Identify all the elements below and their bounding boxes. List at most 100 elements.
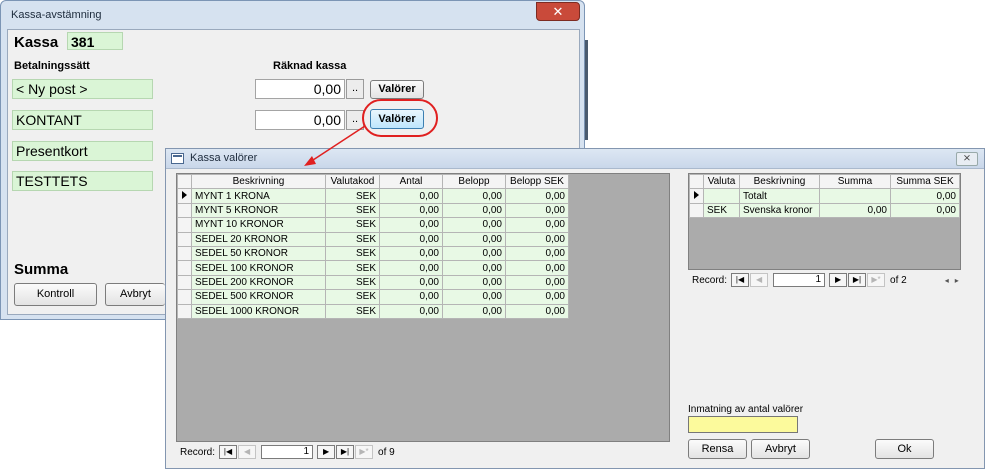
table-cell[interactable]: 0,00 xyxy=(442,245,506,262)
column-header[interactable]: Summa SEK xyxy=(890,173,960,190)
table-cell[interactable]: 0,00 xyxy=(505,303,569,319)
dots-button-ny-post[interactable]: .. xyxy=(346,79,364,99)
table-cell[interactable]: 0,00 xyxy=(442,303,506,319)
table-cell[interactable]: 0,00 xyxy=(379,274,443,291)
avbryt-button-back[interactable]: Avbryt xyxy=(105,283,165,306)
table-row[interactable]: SEDEL 50 KRONOR SEK 0,00 0,00 0,00 xyxy=(177,245,569,262)
table-cell[interactable]: 0,00 xyxy=(505,274,569,291)
rensa-button[interactable]: Rensa xyxy=(688,439,747,459)
table-cell[interactable]: 0,00 xyxy=(505,245,569,262)
table-row[interactable]: SEDEL 1000 KRONOR SEK 0,00 0,00 0,00 xyxy=(177,303,569,319)
table-cell[interactable]: SEK xyxy=(325,188,380,204)
row-selector[interactable] xyxy=(177,245,192,262)
table-cell[interactable]: 0,00 xyxy=(505,202,569,219)
payment-method-ny-post[interactable]: < Ny post > xyxy=(12,79,153,99)
amount-field-ny-post[interactable]: 0,00 xyxy=(255,79,345,99)
table-row[interactable]: SEDEL 200 KRONOR SEK 0,00 0,00 0,00 xyxy=(177,274,569,291)
row-selector[interactable] xyxy=(177,217,192,233)
table-cell[interactable]: 0,00 xyxy=(505,217,569,233)
first-record-icon[interactable]: |◀ xyxy=(219,445,238,459)
table-cell[interactable]: SEK xyxy=(325,217,380,233)
first-record-icon[interactable]: |◀ xyxy=(731,273,750,287)
table-cell[interactable]: 0,00 xyxy=(379,217,443,233)
table-cell[interactable]: SEK xyxy=(325,274,380,291)
previous-record-icon[interactable]: ◀ xyxy=(750,273,769,287)
avbryt-button[interactable]: Avbryt xyxy=(751,439,810,459)
table-cell[interactable] xyxy=(703,188,740,204)
table-cell[interactable]: Svenska kronor xyxy=(739,202,820,219)
last-record-icon[interactable]: ▶| xyxy=(336,445,355,459)
row-selector[interactable] xyxy=(177,303,192,319)
next-record-icon[interactable]: ▶ xyxy=(829,273,848,287)
kassa-number-field[interactable]: 381 xyxy=(67,32,123,50)
table-row[interactable]: SEDEL 20 KRONOR SEK 0,00 0,00 0,00 xyxy=(177,231,569,247)
table-row[interactable]: MYNT 5 KRONOR SEK 0,00 0,00 0,00 xyxy=(177,202,569,219)
table-row[interactable]: MYNT 10 KRONOR SEK 0,00 0,00 0,00 xyxy=(177,217,569,233)
row-selector[interactable] xyxy=(177,202,192,219)
table-cell[interactable]: SEDEL 200 KRONOR xyxy=(191,274,326,291)
close-icon[interactable]: ⨯ xyxy=(956,152,978,166)
table-cell[interactable]: 0,00 xyxy=(379,202,443,219)
scroll-left-icon[interactable]: ◂ xyxy=(945,276,949,285)
table-cell[interactable]: 0,00 xyxy=(379,260,443,276)
row-selector[interactable] xyxy=(689,202,704,219)
table-row[interactable]: SEDEL 100 KRONOR SEK 0,00 0,00 0,00 xyxy=(177,260,569,276)
table-cell[interactable]: SEDEL 50 KRONOR xyxy=(191,245,326,262)
table-cell[interactable] xyxy=(819,188,891,204)
table-cell[interactable]: 0,00 xyxy=(442,188,506,204)
table-cell[interactable]: 0,00 xyxy=(505,231,569,247)
table-cell[interactable]: 0,00 xyxy=(505,260,569,276)
previous-record-icon[interactable]: ◀ xyxy=(238,445,257,459)
record-number-input[interactable]: 1 xyxy=(773,273,826,287)
table-cell[interactable]: 0,00 xyxy=(379,188,443,204)
close-icon[interactable]: ✕ xyxy=(536,2,580,21)
scroll-right-icon[interactable]: ▸ xyxy=(955,276,959,285)
column-header[interactable]: Belopp SEK xyxy=(505,173,569,190)
table-cell[interactable]: MYNT 10 KRONOR xyxy=(191,217,326,233)
table-cell[interactable]: SEK xyxy=(325,202,380,219)
table-cell[interactable]: 0,00 xyxy=(379,245,443,262)
table-cell[interactable]: 0,00 xyxy=(505,289,569,305)
table-cell[interactable]: SEDEL 100 KRONOR xyxy=(191,260,326,276)
table-cell[interactable]: SEK xyxy=(703,202,740,219)
table-cell[interactable]: SEK xyxy=(325,303,380,319)
table-cell[interactable]: 0,00 xyxy=(442,231,506,247)
table-row[interactable]: MYNT 1 KRONA SEK 0,00 0,00 0,00 xyxy=(177,188,569,204)
table-cell[interactable]: SEDEL 500 KRONOR xyxy=(191,289,326,305)
row-selector[interactable] xyxy=(177,274,192,291)
column-header[interactable]: Beskrivning xyxy=(739,173,820,190)
table-cell[interactable]: 0,00 xyxy=(379,303,443,319)
table-cell[interactable]: 0,00 xyxy=(442,274,506,291)
table-cell[interactable]: MYNT 1 KRONA xyxy=(191,188,326,204)
kontroll-button[interactable]: Kontroll xyxy=(14,283,97,306)
payment-method-kontant[interactable]: KONTANT xyxy=(12,110,153,130)
row-selector[interactable] xyxy=(177,260,192,276)
table-cell[interactable]: 0,00 xyxy=(505,188,569,204)
row-selector[interactable] xyxy=(177,188,192,204)
table-cell[interactable]: 0,00 xyxy=(442,202,506,219)
table-cell[interactable]: 0,00 xyxy=(890,202,960,219)
last-record-icon[interactable]: ▶| xyxy=(848,273,867,287)
table-cell[interactable]: 0,00 xyxy=(890,188,960,204)
next-record-icon[interactable]: ▶ xyxy=(317,445,336,459)
inmatning-input[interactable] xyxy=(688,416,798,433)
table-cell[interactable]: 0,00 xyxy=(379,231,443,247)
table-cell[interactable]: SEK xyxy=(325,260,380,276)
column-header[interactable]: Valuta xyxy=(703,173,740,190)
table-cell[interactable]: SEK xyxy=(325,245,380,262)
new-record-icon[interactable]: ▶* xyxy=(355,445,374,459)
new-record-icon[interactable]: ▶* xyxy=(867,273,886,287)
table-cell[interactable]: 0,00 xyxy=(442,217,506,233)
payment-method-testtets[interactable]: TESTTETS xyxy=(12,171,153,191)
payment-method-presentkort[interactable]: Presentkort xyxy=(12,141,153,161)
ok-button[interactable]: Ok xyxy=(875,439,934,459)
table-cell[interactable]: MYNT 5 KRONOR xyxy=(191,202,326,219)
table-cell[interactable]: SEDEL 1000 KRONOR xyxy=(191,303,326,319)
table-row[interactable]: SEDEL 500 KRONOR SEK 0,00 0,00 0,00 xyxy=(177,289,569,305)
record-number-input[interactable]: 1 xyxy=(261,445,314,459)
column-header[interactable]: Summa xyxy=(819,173,891,190)
table-row[interactable]: Totalt 0,00 xyxy=(689,188,960,204)
table-cell[interactable]: 0,00 xyxy=(819,202,891,219)
row-selector[interactable] xyxy=(177,231,192,247)
table-cell[interactable]: 0,00 xyxy=(442,289,506,305)
